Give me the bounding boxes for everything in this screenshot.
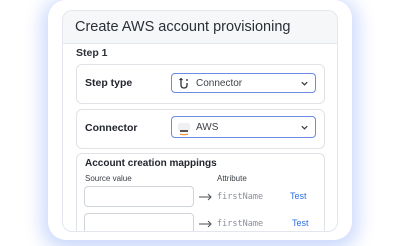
source-column-header: Source value <box>85 174 132 183</box>
connector-icon <box>179 78 188 89</box>
step-type-value: Connector <box>196 78 243 89</box>
source-value-input[interactable] <box>84 213 194 231</box>
attribute-column-header: Attribute <box>217 174 247 183</box>
panel-title: Create AWS account provisioning <box>75 19 291 35</box>
step-type-select[interactable]: Connector <box>171 73 316 93</box>
source-value-input[interactable] <box>84 186 194 207</box>
chevron-down-icon <box>301 81 308 86</box>
arrow-right-icon <box>199 220 212 228</box>
connector-label: Connector <box>85 122 138 134</box>
attribute-value: firstName <box>217 192 264 202</box>
connector-value: AWS <box>196 122 219 133</box>
step-label: Step 1 <box>76 47 108 59</box>
arrow-right-icon <box>199 193 212 201</box>
test-link[interactable]: Test <box>292 218 309 228</box>
aws-icon <box>178 123 190 136</box>
panel-header: Create AWS account provisioning <box>63 11 337 44</box>
step-type-label: Step type <box>85 77 133 89</box>
mappings-title: Account creation mappings <box>85 158 217 169</box>
connector-card: Connector AWS <box>76 109 325 149</box>
chevron-down-icon <box>301 125 308 130</box>
step-type-card: Step type Connector <box>76 64 325 104</box>
mappings-card: Account creation mappings Source value A… <box>76 153 325 231</box>
provisioning-panel: Create AWS account provisioning Step 1 S… <box>62 10 338 232</box>
attribute-value: firstName <box>217 219 264 229</box>
connector-select[interactable]: AWS <box>171 116 316 138</box>
test-link[interactable]: Test <box>290 191 307 201</box>
